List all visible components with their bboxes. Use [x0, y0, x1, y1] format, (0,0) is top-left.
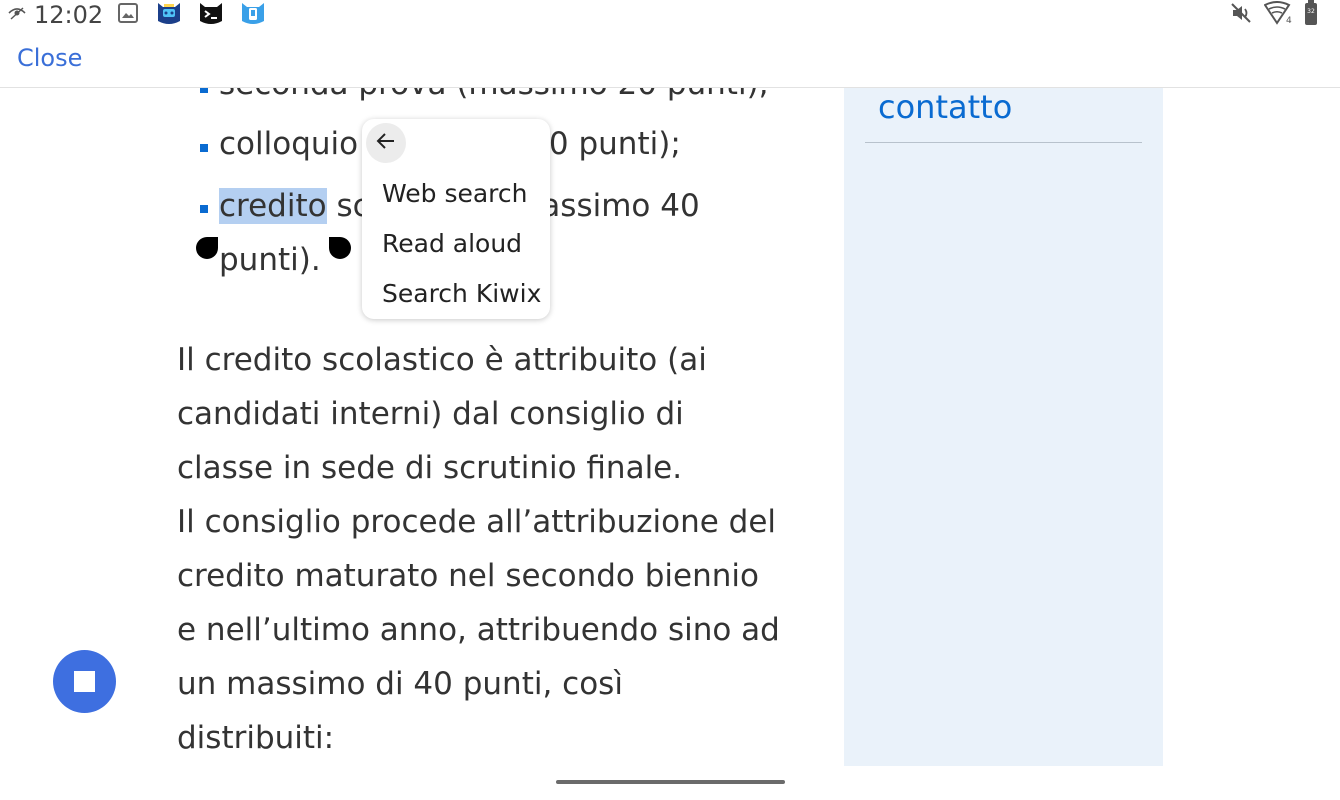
eye-icon — [8, 5, 26, 25]
paragraph-line: un massimo di 40 punti, così — [177, 666, 623, 702]
sidebar-divider — [865, 142, 1142, 143]
status-bar-right: 4 32 — [1230, 0, 1318, 30]
stop-icon — [74, 671, 95, 692]
bullet-marker — [200, 205, 208, 213]
status-bar-left: 12:02 — [8, 0, 267, 30]
app-icon-1 — [155, 0, 183, 31]
svg-text:4: 4 — [1286, 16, 1292, 25]
selected-text[interactable]: credito — [219, 188, 327, 224]
mute-icon — [1230, 2, 1252, 28]
paragraph-line: e nell’ultimo anno, attribuendo sino ad — [177, 612, 780, 648]
back-button[interactable] — [366, 123, 406, 163]
status-time: 12:02 — [34, 1, 104, 29]
text-selection-menu: Web search Read aloud Search Kiwix — [362, 119, 550, 319]
bullet-marker — [200, 88, 208, 93]
image-icon — [117, 2, 139, 28]
top-bar: Close — [0, 30, 1340, 88]
gesture-nav-bar[interactable] — [556, 780, 785, 784]
stop-button[interactable] — [53, 650, 116, 713]
paragraph-line: Il credito scolastico è attribuito (ai — [177, 342, 707, 378]
close-button[interactable]: Close — [17, 44, 82, 72]
selection-handle-end[interactable] — [329, 237, 351, 259]
paragraph-line: credito maturato nel secondo biennio — [177, 558, 759, 594]
paragraph-line: candidati interni) dal consiglio di — [177, 396, 684, 432]
paragraph-line: distribuiti: — [177, 720, 335, 756]
app-icon-2 — [239, 0, 267, 31]
sidebar-panel: contatto — [844, 88, 1163, 766]
paragraph-line: classe in sede di scrutinio finale. — [177, 450, 683, 486]
menu-item-web-search[interactable]: Web search — [382, 179, 528, 208]
bullet-marker — [200, 144, 208, 152]
selection-handle-start[interactable] — [196, 237, 218, 259]
menu-item-search-kiwix[interactable]: Search Kiwix — [382, 279, 541, 308]
contact-link[interactable]: contatto — [878, 88, 1012, 126]
menu-item-read-aloud[interactable]: Read aloud — [382, 229, 522, 258]
svg-text:32: 32 — [1307, 8, 1315, 15]
status-bar: 12:02 4 32 — [0, 0, 1340, 30]
battery-icon: 32 — [1304, 0, 1318, 30]
arrow-left-icon — [375, 130, 397, 156]
wifi-icon: 4 — [1263, 1, 1292, 29]
paragraph-line: Il consiglio procede all’attribuzione de… — [177, 504, 777, 540]
list-item-continuation: punti). — [219, 242, 321, 278]
list-item: seconda prova (massimo 20 punti); — [219, 88, 769, 102]
terminal-icon — [197, 0, 225, 31]
